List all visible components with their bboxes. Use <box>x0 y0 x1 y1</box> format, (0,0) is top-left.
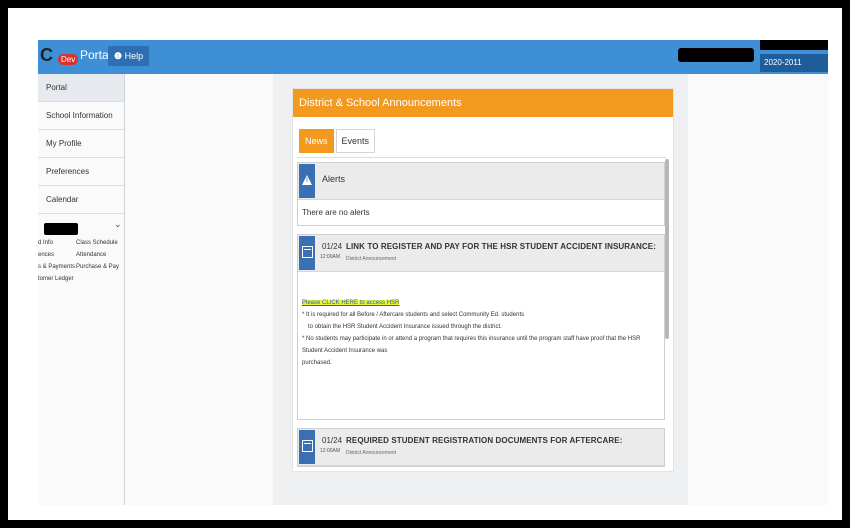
help-icon: ❶ <box>114 51 123 61</box>
student-selector[interactable]: ⌄ <box>38 214 124 238</box>
sidebar-item-my-profile[interactable]: My Profile <box>38 130 124 158</box>
screenshot-frame: C Dev Portal ❶ Help 2020-2011 Portal Sch… <box>8 8 842 520</box>
announcement-title: REQUIRED STUDENT REGISTRATION DOCUMENTS … <box>346 436 623 445</box>
announcement-feed: ! Alerts There are no alerts 01/24 12:00… <box>297 157 667 470</box>
bullet-1-line-2: to obtain the HSR Student Accident Insur… <box>308 324 502 330</box>
sidebar-item-calendar[interactable]: Calendar <box>38 186 124 214</box>
chevron-down-icon[interactable]: ⌄ <box>114 219 122 230</box>
panel-title: District & School Announcements <box>293 89 673 117</box>
main-right-margin <box>688 74 828 505</box>
student-link-payments[interactable]: s & Payments <box>38 264 75 270</box>
calendar-icon <box>299 430 315 464</box>
announcement-source: District Announcement <box>346 256 397 262</box>
school-year-selector[interactable]: 2020-2011 <box>760 54 828 72</box>
app-logo[interactable]: C Dev <box>38 43 79 69</box>
bullet-2-line-2: purchased. <box>302 360 332 366</box>
announcement-tabs: News Events <box>299 129 377 153</box>
main-left-margin <box>125 74 273 505</box>
app-window: C Dev Portal ❶ Help 2020-2011 Portal Sch… <box>38 40 828 505</box>
announcement-card: 01/24 12:00AM LINK TO REGISTER AND PAY F… <box>297 234 665 420</box>
announcements-panel: District & School Announcements News Even… <box>292 88 674 472</box>
announcement-header: 01/24 12:00AM LINK TO REGISTER AND PAY F… <box>298 235 664 272</box>
help-button[interactable]: ❶ Help <box>108 46 150 66</box>
alerts-card: ! Alerts There are no alerts <box>297 162 665 226</box>
announcement-date: 01/24 <box>322 436 343 445</box>
tab-news[interactable]: News <box>299 129 334 153</box>
announcement-card: 01/24 12:00AM REQUIRED STUDENT REGISTRAT… <box>297 428 665 467</box>
sidebar: Portal School Information My Profile Pre… <box>38 74 125 505</box>
bullet-2-line-1: * No students may participate in or atte… <box>302 336 641 354</box>
calendar-icon <box>299 236 315 270</box>
announcement-body: Please CLICK HERE to access HSR * It is … <box>298 272 664 379</box>
sidebar-item-preferences[interactable]: Preferences <box>38 158 124 186</box>
help-label: Help <box>124 51 144 61</box>
alerts-title: Alerts <box>322 174 346 184</box>
announcement-time: 12:00AM <box>320 254 341 260</box>
bullet-1-line-1: * It is required for all Before / Afterc… <box>302 312 525 318</box>
announcement-source: District Announcement <box>346 450 397 456</box>
alerts-body: There are no alerts <box>302 208 370 217</box>
sidebar-item-school-information[interactable]: School Information <box>38 102 124 130</box>
student-link-attendance[interactable]: Attendance <box>76 252 106 258</box>
announcement-title: LINK TO REGISTER AND PAY FOR THE HSR STU… <box>346 242 656 251</box>
student-link-class-schedule[interactable]: Class Schedule <box>76 240 118 246</box>
tab-events[interactable]: Events <box>335 129 376 153</box>
top-navigation-bar: C Dev Portal ❶ Help 2020-2011 <box>38 40 828 74</box>
warning-icon: ! <box>299 164 315 198</box>
student-link-ledger[interactable]: tomer Ledger <box>38 276 74 282</box>
student-link-purchase-pay[interactable]: Purchase & Pay <box>76 264 119 270</box>
student-link-info[interactable]: d Info <box>38 240 53 246</box>
app-title[interactable]: Portal <box>80 48 111 62</box>
redacted-user-detail <box>760 40 828 50</box>
student-link-preferences[interactable]: ences <box>38 252 54 258</box>
hsr-access-link[interactable]: Please CLICK HERE to access HSR <box>302 300 400 306</box>
dev-badge: Dev <box>58 54 79 65</box>
announcement-header: 01/24 12:00AM REQUIRED STUDENT REGISTRAT… <box>298 429 664 466</box>
announcement-time: 12:00AM <box>320 448 341 454</box>
redacted-user-name <box>678 48 754 62</box>
redacted-student-name <box>44 223 78 235</box>
alerts-header: ! Alerts <box>298 163 664 200</box>
announcement-date: 01/24 <box>322 242 343 251</box>
sidebar-item-portal[interactable]: Portal <box>38 74 124 102</box>
logo-text: C <box>40 45 53 65</box>
